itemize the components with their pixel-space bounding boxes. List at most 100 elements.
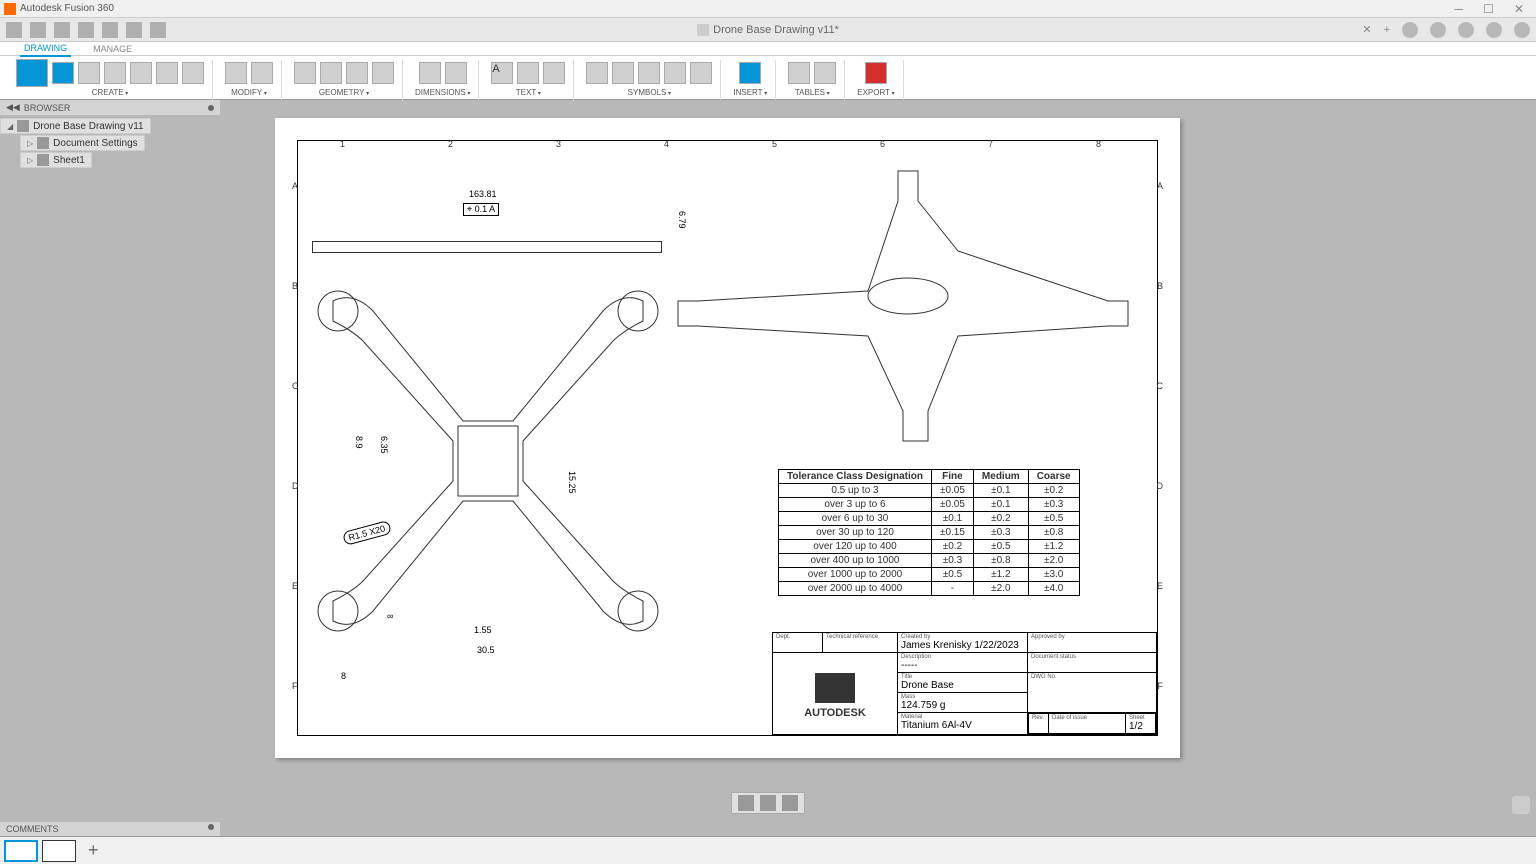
dim-1525[interactable]: 15.25	[566, 471, 578, 494]
grid-col-2: 2	[448, 139, 453, 149]
link-icon[interactable]	[126, 22, 142, 38]
hatch-icon[interactable]	[372, 62, 394, 84]
note-icon[interactable]	[543, 62, 565, 84]
tolerance-table[interactable]: Tolerance Class DesignationFineMediumCoa…	[778, 469, 1080, 596]
pdf-icon[interactable]	[865, 62, 887, 84]
app-icon	[4, 3, 16, 15]
leader-icon[interactable]	[517, 62, 539, 84]
break-view-icon[interactable]	[130, 62, 152, 84]
export-label: EXPORT	[857, 88, 894, 97]
dim-305[interactable]: 30.5	[476, 645, 496, 655]
canvas[interactable]: 1 2 3 4 5 6 7 8 A B C D E F A B C D E F …	[0, 100, 1536, 816]
tree-settings[interactable]: ▷Document Settings	[20, 135, 145, 151]
dim-635[interactable]: 6.35	[378, 436, 390, 454]
datum-icon[interactable]	[638, 62, 660, 84]
dim-155[interactable]: 1.55	[473, 625, 493, 635]
job-status-icon[interactable]	[1430, 22, 1446, 38]
top-view[interactable]	[312, 241, 662, 253]
weld-icon[interactable]	[664, 62, 686, 84]
dim-89[interactable]: 8.9	[353, 436, 365, 449]
surface-icon[interactable]	[586, 62, 608, 84]
grid-row-c: C	[292, 381, 299, 391]
comments-panel[interactable]: COMMENTS	[0, 822, 220, 836]
extensions-icon[interactable]	[1402, 22, 1418, 38]
centermark-icon[interactable]	[320, 62, 342, 84]
maximize-button[interactable]: ☐	[1483, 2, 1494, 16]
add-sheet-button[interactable]: +	[80, 840, 107, 861]
tol-h1: Fine	[931, 470, 973, 484]
grid-row-d: D	[292, 481, 299, 491]
title-block[interactable]: Dept. Technical reference Created byJame…	[772, 632, 1157, 735]
dim-width[interactable]: 163.81	[468, 189, 498, 199]
close-button[interactable]: ✕	[1514, 2, 1524, 16]
grid-col-6: 6	[880, 139, 885, 149]
table-icon[interactable]	[788, 62, 810, 84]
grid-row-e: E	[292, 581, 298, 591]
sketch-icon[interactable]	[182, 62, 204, 84]
techref-label: Technical reference	[826, 634, 894, 640]
home-icon[interactable]	[150, 22, 166, 38]
tol-h2: Medium	[973, 470, 1028, 484]
fcf-icon[interactable]	[612, 62, 634, 84]
iso-view[interactable]	[668, 161, 1138, 461]
save-icon[interactable]	[54, 22, 70, 38]
dim-8[interactable]: 8	[340, 671, 347, 681]
ordinate-icon[interactable]	[445, 62, 467, 84]
grid-row-b: B	[292, 281, 298, 291]
image-icon[interactable]	[739, 62, 761, 84]
document-tab[interactable]: Drone Base Drawing v11*	[697, 24, 839, 36]
detail-view-icon[interactable]	[104, 62, 126, 84]
redo-icon[interactable]	[102, 22, 118, 38]
zoom-fit-icon[interactable]	[782, 795, 798, 811]
grid-row-c-r: C	[1157, 381, 1164, 391]
crop-view-icon[interactable]	[156, 62, 178, 84]
text-label: TEXT	[516, 88, 541, 97]
tab-manage[interactable]: MANAGE	[89, 42, 136, 56]
new-icon[interactable]	[30, 22, 46, 38]
edge-ext-icon[interactable]	[346, 62, 368, 84]
tab-drawing[interactable]: DRAWING	[20, 41, 71, 57]
zoom-icon[interactable]	[760, 795, 776, 811]
balloon-icon[interactable]	[814, 62, 836, 84]
base-view-icon[interactable]	[16, 59, 48, 87]
autodesk-logo-text: AUTODESK	[776, 707, 894, 719]
browser-header[interactable]: ◀◀ BROWSER	[0, 100, 220, 115]
feedback-icon[interactable]	[1512, 796, 1530, 814]
browser-toggle-icon[interactable]	[208, 105, 214, 111]
grid-icon[interactable]	[6, 22, 22, 38]
created-value: James Krenisky 1/22/2023	[901, 640, 1024, 651]
gdt-frame[interactable]: ⌖ 0.1 A	[463, 203, 499, 216]
sheet-thumb-2[interactable]	[42, 840, 76, 862]
tree-root[interactable]: ◢Drone Base Drawing v11	[0, 118, 151, 134]
section-view-icon[interactable]	[78, 62, 100, 84]
drawing-sheet[interactable]: 1 2 3 4 5 6 7 8 A B C D E F A B C D E F …	[275, 118, 1180, 758]
grid-col-1: 1	[340, 139, 345, 149]
geometry-label: GEOMETRY	[319, 88, 369, 97]
tab-close-icon[interactable]: ✕	[1362, 23, 1371, 36]
front-view[interactable]	[303, 281, 673, 641]
ribbon-symbols: SYMBOLS	[578, 60, 721, 100]
projected-view-icon[interactable]	[52, 62, 74, 84]
rotate-icon[interactable]	[251, 62, 273, 84]
text-icon[interactable]: A	[491, 62, 513, 84]
grid-row-e-r: E	[1157, 581, 1163, 591]
undo-icon[interactable]	[78, 22, 94, 38]
centerline-icon[interactable]	[294, 62, 316, 84]
new-tab-icon[interactable]: +	[1384, 24, 1390, 36]
notifications-icon[interactable]	[1458, 22, 1474, 38]
title-value: Drone Base	[901, 680, 1024, 691]
comments-toggle-icon[interactable]	[208, 824, 214, 830]
help-icon[interactable]	[1486, 22, 1502, 38]
sheet-bar: +	[0, 836, 1536, 864]
sheet-icon	[37, 154, 49, 166]
dimension-icon[interactable]	[419, 62, 441, 84]
pan-icon[interactable]	[738, 795, 754, 811]
minimize-button[interactable]: ─	[1455, 2, 1464, 16]
sheet-value: 1/2	[1129, 721, 1152, 732]
dim-inf[interactable]: ∞	[386, 611, 394, 621]
tree-sheet1[interactable]: ▷Sheet1	[20, 152, 92, 168]
bend-icon[interactable]	[690, 62, 712, 84]
profile-icon[interactable]	[1514, 22, 1530, 38]
move-icon[interactable]	[225, 62, 247, 84]
sheet-thumb-1[interactable]	[4, 840, 38, 862]
